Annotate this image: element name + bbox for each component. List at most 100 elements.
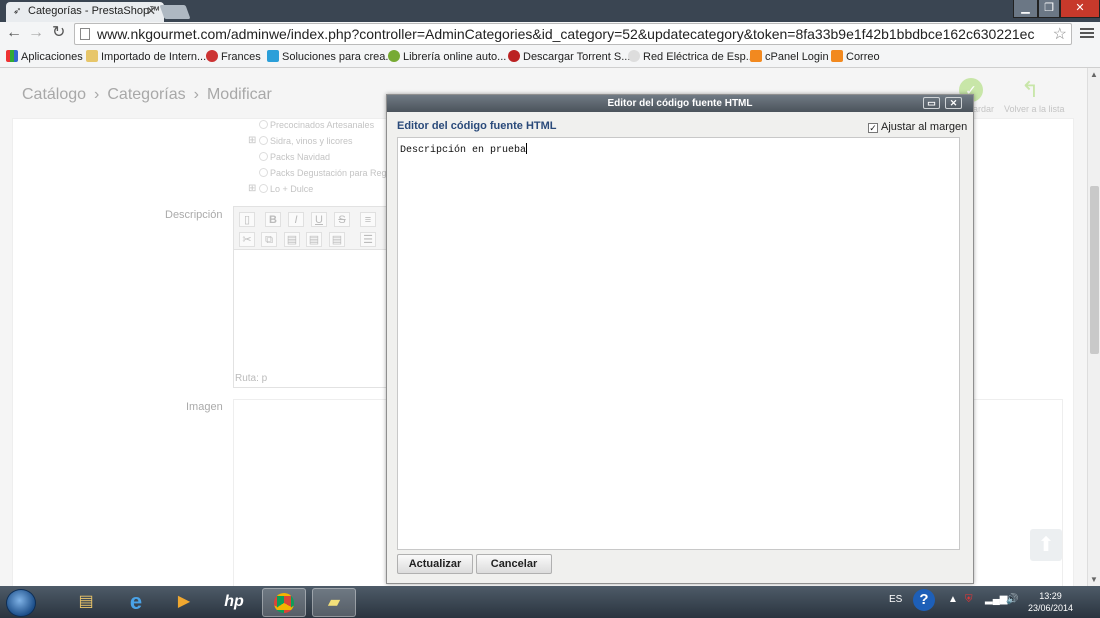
close-dialog-icon[interactable]: ✕ bbox=[945, 97, 962, 109]
reload-icon[interactable]: ↻ bbox=[52, 25, 65, 41]
new-document-icon[interactable]: ▯ bbox=[239, 212, 255, 227]
scroll-up-arrow-icon[interactable]: ▲ bbox=[1090, 70, 1098, 79]
bold-icon[interactable]: B bbox=[265, 212, 281, 227]
cancel-button[interactable]: Cancelar bbox=[476, 554, 552, 574]
description-label: Descripción bbox=[165, 209, 223, 221]
tab-close-icon[interactable]: ✕ bbox=[146, 4, 156, 18]
chevron-right-icon: › bbox=[193, 86, 199, 103]
breadcrumb-categorias[interactable]: Categorías bbox=[107, 86, 185, 103]
align-left-icon[interactable]: ≡ bbox=[360, 212, 376, 227]
bookmark-label: Librería online auto... bbox=[403, 51, 507, 63]
bookmark-apps[interactable]: Aplicaciones bbox=[6, 50, 83, 63]
bookmark-soluciones[interactable]: Soluciones para crea... bbox=[267, 50, 395, 63]
internet-explorer-icon[interactable]: e bbox=[114, 588, 158, 617]
strikethrough-icon[interactable]: S bbox=[334, 212, 350, 227]
language-indicator[interactable]: ES bbox=[889, 594, 902, 605]
bookmark-torrent[interactable]: Descargar Torrent S... bbox=[508, 50, 630, 63]
browser-toolbar: ← → ↻ www.nkgourmet.com/adminwe/index.ph… bbox=[0, 22, 1100, 46]
media-player-icon[interactable]: ▶ bbox=[162, 588, 206, 617]
browser-titlebar: ➶ Categorías - PrestaShop™ ✕ ▁ ❐ ✕ bbox=[0, 0, 1100, 22]
maximize-dialog-icon[interactable]: ▭ bbox=[923, 97, 940, 109]
radio-icon[interactable] bbox=[259, 152, 268, 161]
page-icon bbox=[80, 28, 90, 40]
radio-icon[interactable] bbox=[259, 184, 268, 193]
network-signal-icon[interactable]: ▂▄▆ bbox=[985, 594, 1007, 605]
back-arrow-icon[interactable]: ↰ bbox=[1021, 78, 1039, 102]
expand-icon[interactable]: ⊞ bbox=[248, 181, 256, 197]
address-bar[interactable]: www.nkgourmet.com/adminwe/index.php?cont… bbox=[74, 23, 1072, 45]
paste-word-icon[interactable]: ▤ bbox=[329, 232, 345, 247]
bookmark-cpanel[interactable]: cPanel Login bbox=[750, 50, 829, 63]
paste-text-icon[interactable]: ▤ bbox=[306, 232, 322, 247]
rich-text-editor[interactable]: ▯ B I U S ≡ ✂ ⧉ ▤ ▤ ▤ ☰ bbox=[233, 206, 394, 388]
minimize-button[interactable]: ▁ bbox=[1013, 0, 1038, 18]
radio-icon[interactable] bbox=[259, 136, 268, 145]
clock-time: 13:29 bbox=[1039, 591, 1062, 601]
breadcrumb-modificar: Modificar bbox=[206, 86, 272, 103]
bullet-list-icon[interactable]: ☰ bbox=[360, 232, 376, 247]
radio-icon[interactable] bbox=[259, 168, 268, 177]
bookmark-imported[interactable]: Importado de Intern... bbox=[86, 50, 206, 63]
tree-item-label: Packs Navidad bbox=[270, 152, 331, 162]
maximize-button[interactable]: ❐ bbox=[1038, 0, 1060, 18]
bookmark-correo[interactable]: Correo bbox=[831, 50, 880, 63]
tree-item[interactable]: Packs Degustación para Regalo bbox=[248, 165, 399, 181]
bookmark-label: Red Eléctrica de Esp... bbox=[643, 51, 755, 63]
chrome-menu-icon[interactable] bbox=[1080, 26, 1094, 40]
scroll-down-arrow-icon[interactable]: ▼ bbox=[1090, 575, 1098, 584]
leaf-icon bbox=[388, 50, 400, 62]
start-button[interactable] bbox=[6, 589, 36, 617]
system-clock[interactable]: 13:29 23/06/2014 bbox=[1028, 590, 1073, 614]
source-code-text: Descripción en prueba bbox=[400, 145, 527, 156]
flower-icon bbox=[206, 50, 218, 62]
update-button[interactable]: Actualizar bbox=[397, 554, 473, 574]
tree-item[interactable]: ⊞ Lo + Dulce bbox=[248, 181, 399, 197]
tree-item[interactable]: Precocinados Artesanales bbox=[248, 117, 399, 133]
bookmarks-bar: Aplicaciones Importado de Intern... Fran… bbox=[0, 46, 1100, 68]
forward-arrow-icon[interactable]: → bbox=[28, 25, 44, 41]
volume-icon[interactable]: 🔊 bbox=[1006, 594, 1018, 605]
bookmark-libreria[interactable]: Librería online auto... bbox=[388, 50, 506, 63]
cpanel-icon bbox=[831, 50, 843, 62]
expand-icon[interactable]: ⊞ bbox=[248, 133, 256, 149]
wrap-option[interactable]: ✓ Ajustar al margen bbox=[868, 121, 967, 133]
radio-icon[interactable] bbox=[259, 120, 268, 129]
wrap-checkbox[interactable]: ✓ bbox=[868, 123, 878, 133]
html-source-textarea[interactable]: Descripción en prueba bbox=[397, 137, 960, 550]
tree-item-label: Lo + Dulce bbox=[270, 184, 314, 194]
paste-icon[interactable]: ▤ bbox=[284, 232, 300, 247]
cut-icon[interactable]: ✂ bbox=[239, 232, 255, 247]
bookmark-label: Frances bbox=[221, 51, 261, 63]
italic-icon[interactable]: I bbox=[288, 212, 304, 227]
scrollbar-thumb[interactable] bbox=[1090, 186, 1099, 354]
copy-icon[interactable]: ⧉ bbox=[261, 232, 277, 247]
back-arrow-icon[interactable]: ← bbox=[6, 25, 22, 41]
security-icon[interactable]: ⛨ bbox=[965, 594, 973, 605]
bookmark-frances[interactable]: Frances bbox=[206, 50, 261, 63]
browser-tab[interactable]: ➶ Categorías - PrestaShop™ ✕ bbox=[6, 2, 164, 22]
new-tab-button[interactable] bbox=[159, 5, 191, 19]
notes-icon[interactable]: ▰ bbox=[312, 588, 356, 617]
bookmark-star-icon[interactable]: ☆ bbox=[1053, 24, 1067, 44]
underline-icon[interactable]: U bbox=[311, 212, 327, 227]
clock-date: 23/06/2014 bbox=[1028, 603, 1074, 613]
tree-item-label: Sidra, vinos y licores bbox=[270, 136, 353, 146]
close-window-button[interactable]: ✕ bbox=[1060, 0, 1100, 18]
breadcrumb: Catálogo › Categorías › Modificar bbox=[22, 86, 272, 104]
chrome-icon[interactable] bbox=[262, 588, 306, 617]
breadcrumb-catalogo[interactable]: Catálogo bbox=[22, 86, 86, 103]
scroll-top-icon[interactable]: ⬆ bbox=[1030, 529, 1062, 561]
folder-icon bbox=[86, 50, 98, 62]
help-icon[interactable]: ? bbox=[913, 589, 935, 611]
show-hidden-icons-icon[interactable]: ▲ bbox=[948, 594, 958, 605]
file-explorer-icon[interactable]: ▤ bbox=[64, 588, 108, 617]
hp-icon[interactable]: hp bbox=[212, 588, 256, 617]
url-text: www.nkgourmet.com/adminwe/index.php?cont… bbox=[97, 26, 1035, 42]
bookmark-red-electrica[interactable]: Red Eléctrica de Esp... bbox=[628, 50, 755, 63]
page-scrollbar[interactable]: ▲ ▼ bbox=[1087, 68, 1100, 586]
tree-item[interactable]: ⊞ Sidra, vinos y licores bbox=[248, 133, 399, 149]
back-to-list-link[interactable]: Volver a la lista bbox=[1004, 104, 1065, 114]
html-source-dialog: Editor del código fuente HTML ▭ ✕ Editor… bbox=[386, 94, 974, 584]
tree-item[interactable]: Packs Navidad bbox=[248, 149, 399, 165]
dialog-header[interactable]: Editor del código fuente HTML ▭ ✕ bbox=[387, 95, 973, 112]
